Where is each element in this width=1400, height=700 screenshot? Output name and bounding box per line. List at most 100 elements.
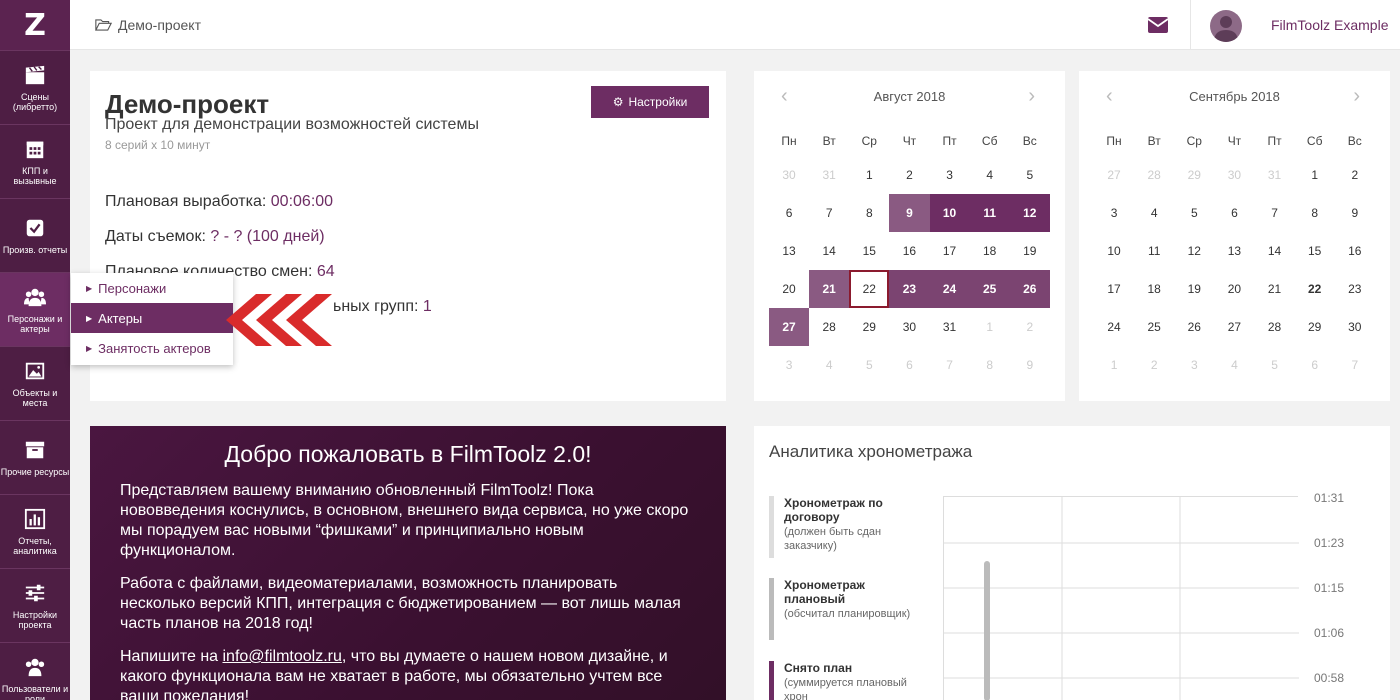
day-cell[interactable]: 29 [1295, 308, 1335, 346]
submenu-item-actor-availability[interactable]: ▶ Занятость актеров [71, 333, 233, 363]
day-cell[interactable]: 11 [1134, 232, 1174, 270]
day-cell[interactable]: 3 [1174, 346, 1214, 384]
day-cell[interactable]: 7 [809, 194, 849, 232]
day-cell[interactable]: 30 [1335, 308, 1375, 346]
day-cell[interactable]: 4 [809, 346, 849, 384]
day-cell[interactable]: 10 [1094, 232, 1134, 270]
day-cell[interactable]: 9 [1010, 346, 1050, 384]
day-cell[interactable]: 21 [1255, 270, 1295, 308]
day-cell[interactable]: 30 [1214, 156, 1254, 194]
submenu-item-characters[interactable]: ▶ Персонажи [71, 273, 233, 303]
day-cell[interactable]: 5 [1174, 194, 1214, 232]
sidebar-item-kpp[interactable]: КПП и вызывные [0, 124, 70, 198]
day-cell[interactable]: 2 [889, 156, 929, 194]
day-cell-planned[interactable]: 12 [1009, 194, 1050, 232]
breadcrumb[interactable]: Демо-проект [95, 17, 201, 33]
day-cell[interactable]: 24 [1094, 308, 1134, 346]
day-cell[interactable]: 5 [849, 346, 889, 384]
day-cell[interactable]: 2 [1134, 346, 1174, 384]
day-cell[interactable]: 2 [1335, 156, 1375, 194]
settings-button[interactable]: ⚙ Настройки [591, 86, 709, 118]
sidebar-item-settings[interactable]: Настройки проекта [0, 568, 70, 642]
sidebar-item-objects[interactable]: Объекты и места [0, 346, 70, 420]
day-cell[interactable]: 14 [1255, 232, 1295, 270]
day-cell[interactable]: 1 [1094, 346, 1134, 384]
day-cell[interactable]: 6 [1295, 346, 1335, 384]
day-cell[interactable]: 18 [970, 232, 1010, 270]
sidebar-item-scenes[interactable]: Сцены (либретто) [0, 50, 70, 124]
day-cell[interactable]: 31 [930, 308, 970, 346]
day-cell[interactable]: 4 [1214, 346, 1254, 384]
day-cell[interactable]: 5 [1255, 346, 1295, 384]
day-cell[interactable]: 26 [1174, 308, 1214, 346]
user-name[interactable]: FilmToolz Example [1271, 17, 1388, 33]
day-cell-today[interactable]: 22 [849, 270, 890, 308]
day-cell[interactable]: 1 [970, 308, 1010, 346]
day-cell[interactable]: 14 [809, 232, 849, 270]
day-cell[interactable]: 13 [1214, 232, 1254, 270]
day-cell[interactable]: 1 [1295, 156, 1335, 194]
day-cell[interactable]: 15 [1295, 232, 1335, 270]
day-cell[interactable]: 20 [769, 270, 809, 308]
day-cell[interactable]: 25 [1134, 308, 1174, 346]
day-cell-planned[interactable]: 9 [889, 194, 930, 232]
day-cell[interactable]: 31 [809, 156, 849, 194]
day-cell[interactable]: 6 [769, 194, 809, 232]
day-cell[interactable]: 19 [1010, 232, 1050, 270]
app-logo[interactable]: Z [0, 0, 70, 50]
day-cell[interactable]: 3 [769, 346, 809, 384]
day-cell[interactable]: 29 [849, 308, 889, 346]
day-cell[interactable]: 30 [889, 308, 929, 346]
day-cell[interactable]: 20 [1214, 270, 1254, 308]
sidebar-item-users[interactable]: Пользователи и роли [0, 642, 70, 700]
day-cell[interactable]: 7 [1335, 346, 1375, 384]
day-cell[interactable]: 28 [1134, 156, 1174, 194]
day-cell[interactable]: 9 [1335, 194, 1375, 232]
day-cell-planned[interactable]: 11 [969, 194, 1010, 232]
day-cell[interactable]: 29 [1174, 156, 1214, 194]
next-month-button[interactable]: › [1028, 85, 1035, 108]
day-cell-planned[interactable]: 26 [1009, 270, 1050, 308]
day-cell[interactable]: 7 [930, 346, 970, 384]
day-cell[interactable]: 2 [1010, 308, 1050, 346]
day-cell[interactable]: 3 [1094, 194, 1134, 232]
mail-icon[interactable] [1148, 17, 1168, 33]
email-link[interactable]: info@filmtoolz.ru [223, 648, 342, 665]
next-month-button[interactable]: › [1353, 85, 1360, 108]
day-cell[interactable]: 16 [889, 232, 929, 270]
day-cell-planned[interactable]: 21 [809, 270, 850, 308]
day-cell[interactable]: 13 [769, 232, 809, 270]
day-cell[interactable]: 3 [930, 156, 970, 194]
day-cell[interactable]: 1 [849, 156, 889, 194]
sidebar-item-characters[interactable]: Персонажи и актеры [0, 272, 70, 346]
submenu-item-actors[interactable]: ▶ Актеры [71, 303, 233, 333]
day-cell[interactable]: 16 [1335, 232, 1375, 270]
day-cell[interactable]: 5 [1010, 156, 1050, 194]
day-cell[interactable]: 23 [1335, 270, 1375, 308]
day-cell[interactable]: 27 [1094, 156, 1134, 194]
day-cell[interactable]: 17 [1094, 270, 1134, 308]
day-cell[interactable]: 22 [1295, 270, 1335, 308]
sidebar-item-analytics[interactable]: Отчеты, аналитика [0, 494, 70, 568]
day-cell-planned[interactable]: 24 [929, 270, 970, 308]
day-cell[interactable]: 4 [1134, 194, 1174, 232]
day-cell[interactable]: 7 [1255, 194, 1295, 232]
sidebar-item-resources[interactable]: Прочие ресурсы [0, 420, 70, 494]
day-cell[interactable]: 4 [970, 156, 1010, 194]
day-cell-planned[interactable]: 27 [769, 308, 810, 346]
avatar[interactable] [1210, 10, 1242, 42]
day-cell[interactable]: 17 [930, 232, 970, 270]
day-cell[interactable]: 6 [889, 346, 929, 384]
day-cell[interactable]: 31 [1255, 156, 1295, 194]
day-cell[interactable]: 27 [1214, 308, 1254, 346]
day-cell[interactable]: 28 [1255, 308, 1295, 346]
day-cell[interactable]: 15 [849, 232, 889, 270]
day-cell[interactable]: 18 [1134, 270, 1174, 308]
day-cell[interactable]: 8 [849, 194, 889, 232]
sidebar-item-reports[interactable]: Произв. отчеты [0, 198, 70, 272]
day-cell[interactable]: 30 [769, 156, 809, 194]
day-cell[interactable]: 28 [809, 308, 849, 346]
day-cell[interactable]: 12 [1174, 232, 1214, 270]
day-cell[interactable]: 19 [1174, 270, 1214, 308]
day-cell-planned[interactable]: 10 [929, 194, 970, 232]
